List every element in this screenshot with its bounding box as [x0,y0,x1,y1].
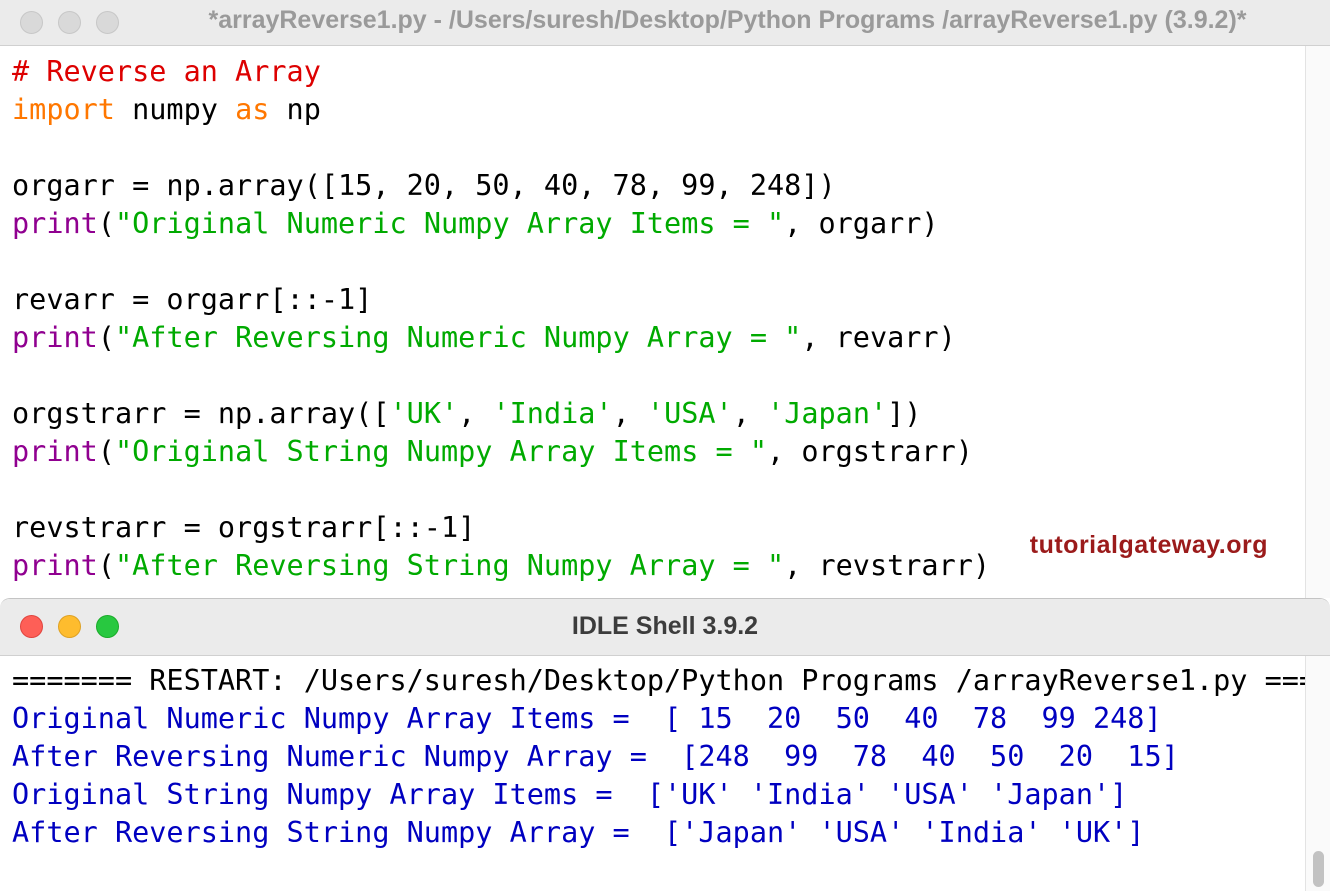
code-token: "After Reversing String Numpy Array = " [114,549,785,582]
code-line: orgstrarr = np.array(['UK', 'India', 'US… [12,395,990,433]
code-token: ]) [887,397,922,430]
shell-token: After Reversing Numeric Numpy Array = [2… [12,740,1179,773]
code-token: revstrarr = orgstrarr[::-1] [12,511,476,544]
code-token: 'UK' [389,397,459,430]
code-token: orgarr = np.array([15, 20, 50, 40, 78, 9… [12,169,836,202]
shell-line: Original Numeric Numpy Array Items = [ 1… [12,700,1330,738]
shell-scrollbar-thumb[interactable] [1313,851,1324,887]
shell-line: ======= RESTART: /Users/suresh/Desktop/P… [12,662,1330,700]
code-token: np [269,93,321,126]
shell-token: Original Numeric Numpy Array Items = [ 1… [12,702,1162,735]
code-token: numpy [114,93,236,126]
shell-line: After Reversing String Numpy Array = ['J… [12,814,1330,852]
editor-scrollbar[interactable] [1305,46,1330,598]
code-token: import [12,93,115,126]
code-token: # Reverse an Array [12,55,321,88]
shell-title: IDLE Shell 3.9.2 [571,612,759,640]
code-line: import numpy as np [12,91,990,129]
code-token: , [458,397,493,430]
code-token: print [12,549,98,582]
code-token: ( [97,435,115,468]
code-token: "Original String Numpy Array Items = " [114,435,767,468]
code-token: , revarr) [801,321,956,354]
editor-window: *arrayReverse1.py - /Users/suresh/Deskto… [0,0,1330,600]
editor-code-area[interactable]: # Reverse an Array import numpy as np org… [12,53,990,585]
code-line: print("After Reversing String Numpy Arra… [12,547,990,585]
code-token: ( [97,207,115,240]
code-line: # Reverse an Array [12,53,990,91]
code-token: orgstrarr = np.array([ [12,397,390,430]
code-line: revarr = orgarr[::-1] [12,281,990,319]
code-token: , orgstrarr) [767,435,973,468]
code-token: 'Japan' [767,397,888,430]
code-token: as [235,93,270,126]
code-token: , [612,397,647,430]
code-token: ( [97,321,115,354]
watermark: tutorialgateway.org [1029,531,1268,559]
shell-token: Original String Numpy Array Items = ['UK… [12,778,1128,811]
editor-titlebar[interactable]: *arrayReverse1.py - /Users/suresh/Deskto… [0,0,1330,46]
shell-line: After Reversing Numeric Numpy Array = [2… [12,738,1330,776]
code-line: print("Original String Numpy Array Items… [12,433,990,471]
shell-prompt-line[interactable]: >>> [12,852,142,890]
code-line: print("Original Numeric Numpy Array Item… [12,205,990,243]
editor-title: *arrayReverse1.py - /Users/suresh/Deskto… [208,6,1247,34]
code-token: print [12,207,98,240]
code-token: , [732,397,768,430]
code-token: 'USA' [646,397,733,430]
code-token: ( [97,549,115,582]
shell-window: IDLE Shell 3.9.2 ======= RESTART: /Users… [0,598,1330,891]
code-token: revarr = orgarr[::-1] [12,283,373,316]
shell-output-area[interactable]: ======= RESTART: /Users/suresh/Desktop/P… [12,662,1330,852]
code-line: print("After Reversing Numeric Numpy Arr… [12,319,990,357]
shell-scrollbar[interactable] [1305,656,1330,891]
code-line: revstrarr = orgstrarr[::-1] [12,509,990,547]
code-token: 'India' [492,397,613,430]
code-token: "After Reversing Numeric Numpy Array = " [114,321,802,354]
shell-line: Original String Numpy Array Items = ['UK… [12,776,1330,814]
shell-token: ======= RESTART: /Users/suresh/Desktop/P… [12,664,1330,697]
code-line: orgarr = np.array([15, 20, 50, 40, 78, 9… [12,167,990,205]
code-token: , revstrarr) [784,549,991,582]
shell-token: After Reversing String Numpy Array = ['J… [12,816,1145,849]
shell-titlebar[interactable]: IDLE Shell 3.9.2 [0,599,1330,656]
code-token: print [12,321,98,354]
code-token: , orgarr) [784,207,939,240]
code-token: "Original Numeric Numpy Array Items = " [114,207,785,240]
code-token: print [12,435,98,468]
